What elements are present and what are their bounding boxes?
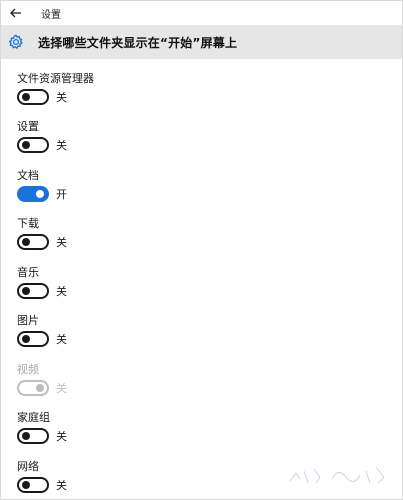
toggle-state: 关 bbox=[56, 333, 67, 346]
toggle-row: 关 bbox=[17, 234, 67, 250]
toggle-knob bbox=[22, 93, 30, 101]
arrow-left-icon bbox=[10, 8, 22, 18]
toggle-row: 关 bbox=[17, 380, 67, 396]
setting-videos: 视频 关 bbox=[17, 350, 377, 398]
toggle-switch[interactable] bbox=[17, 234, 49, 250]
setting-label: 家庭组 bbox=[17, 411, 50, 424]
settings-window: 设置 选择哪些文件夹显示在“开始”屏幕上 文件资源管理器 关 设置 关 文档 开… bbox=[0, 0, 403, 500]
toggle-knob bbox=[22, 238, 30, 246]
setting-label: 网络 bbox=[17, 460, 39, 473]
toggle-row: 关 bbox=[17, 283, 67, 299]
toggle-switch[interactable] bbox=[17, 186, 49, 202]
setting-pictures: 图片 关 bbox=[17, 301, 377, 349]
toggle-state: 关 bbox=[56, 430, 67, 443]
setting-settings: 设置 关 bbox=[17, 107, 377, 155]
toggle-knob bbox=[22, 141, 30, 149]
toggle-switch[interactable] bbox=[17, 89, 49, 105]
page-title: 选择哪些文件夹显示在“开始”屏幕上 bbox=[38, 35, 238, 50]
toggle-state: 关 bbox=[56, 139, 67, 152]
setting-music: 音乐 关 bbox=[17, 253, 377, 301]
toggle-row: 关 bbox=[17, 428, 67, 444]
toggle-row: 关 bbox=[17, 137, 67, 153]
toggle-row: 关 bbox=[17, 477, 67, 493]
window-title: 设置 bbox=[41, 9, 61, 21]
watermark-sketch bbox=[289, 466, 385, 484]
toggle-state: 关 bbox=[56, 479, 67, 492]
toggle-state: 关 bbox=[56, 382, 67, 395]
setting-label: 设置 bbox=[17, 120, 39, 133]
toggle-state: 关 bbox=[56, 236, 67, 249]
setting-file-explorer: 文件资源管理器 关 bbox=[17, 59, 377, 107]
setting-label: 文件资源管理器 bbox=[17, 72, 94, 85]
toggle-row: 关 bbox=[17, 89, 67, 105]
gear-icon bbox=[8, 34, 24, 50]
toggle-switch[interactable] bbox=[17, 137, 49, 153]
setting-documents: 文档 开 bbox=[17, 156, 377, 204]
toggle-knob bbox=[22, 287, 30, 295]
toggle-row: 开 bbox=[17, 186, 67, 202]
toggle-state: 开 bbox=[56, 188, 67, 201]
toggle-row: 关 bbox=[17, 331, 67, 347]
setting-downloads: 下载 关 bbox=[17, 204, 377, 252]
setting-homegroup: 家庭组 关 bbox=[17, 398, 377, 446]
back-button[interactable] bbox=[1, 1, 31, 25]
toggle-knob bbox=[36, 190, 44, 198]
toggle-switch[interactable] bbox=[17, 331, 49, 347]
toggle-state: 关 bbox=[56, 285, 67, 298]
setting-label: 图片 bbox=[17, 314, 39, 327]
toggle-switch[interactable] bbox=[17, 428, 49, 444]
setting-label: 音乐 bbox=[17, 266, 39, 279]
setting-label: 文档 bbox=[17, 169, 39, 182]
title-bar: 设置 bbox=[1, 1, 402, 25]
toggle-state: 关 bbox=[56, 91, 67, 104]
page-header: 选择哪些文件夹显示在“开始”屏幕上 bbox=[1, 25, 402, 59]
toggle-switch bbox=[17, 380, 49, 396]
toggle-knob bbox=[22, 481, 30, 489]
setting-label: 视频 bbox=[17, 363, 39, 376]
toggle-switch[interactable] bbox=[17, 477, 49, 493]
toggle-knob bbox=[36, 384, 44, 392]
toggle-knob bbox=[22, 335, 30, 343]
toggle-knob bbox=[22, 432, 30, 440]
toggle-switch[interactable] bbox=[17, 283, 49, 299]
setting-label: 下载 bbox=[17, 217, 39, 230]
